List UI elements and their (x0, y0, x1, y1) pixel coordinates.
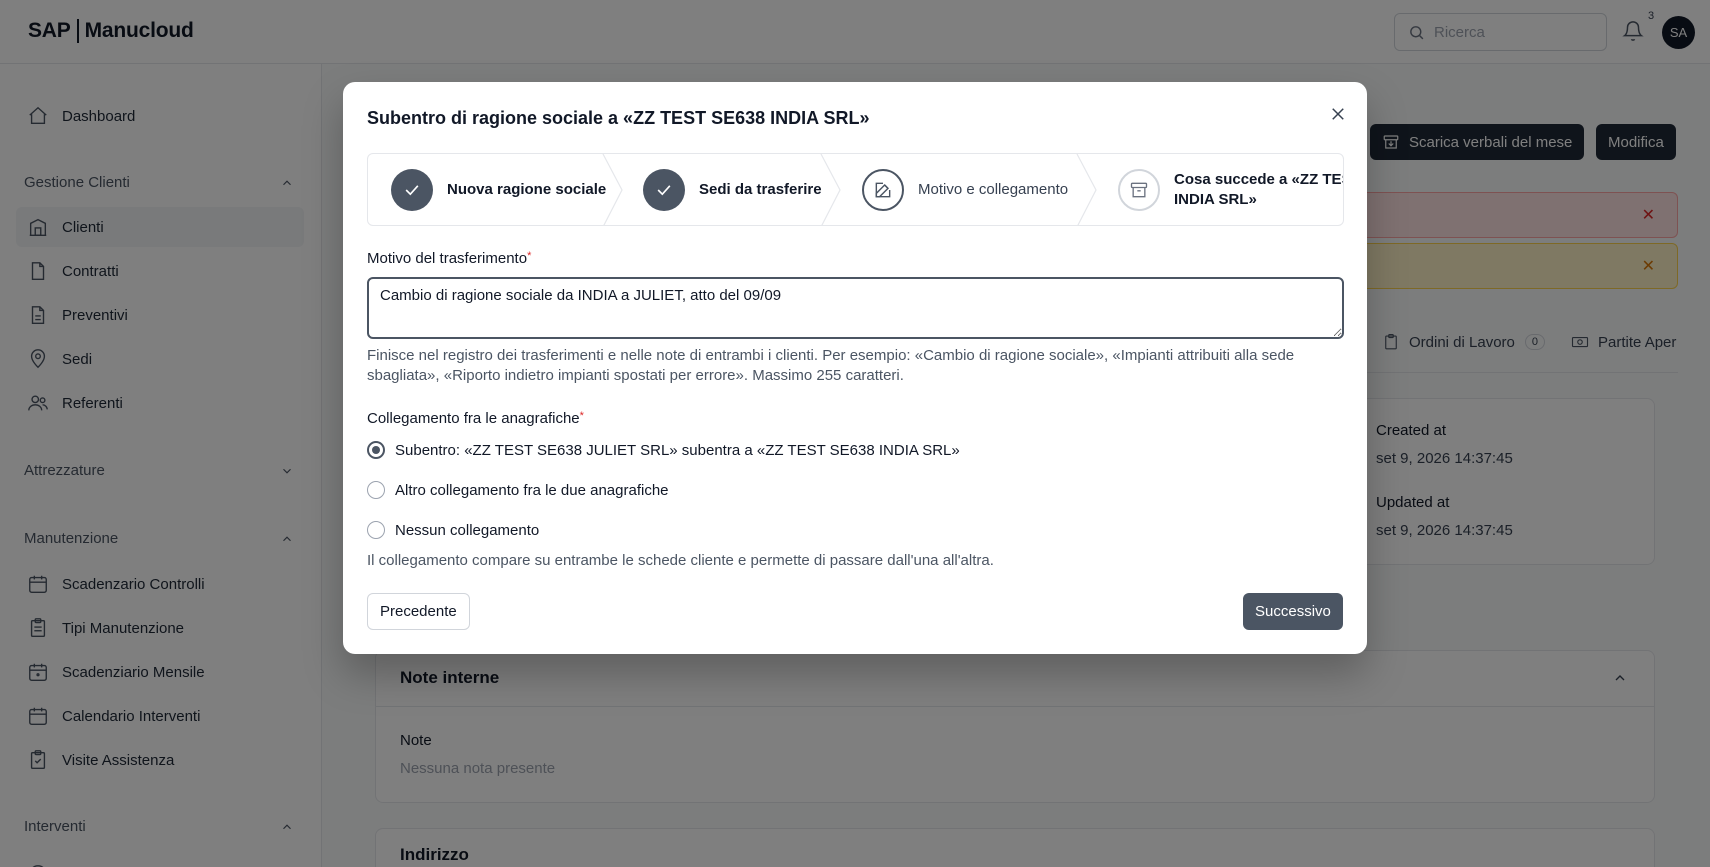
modal-title: Subentro di ragione sociale a «ZZ TEST S… (367, 108, 870, 128)
radio-option-nessuno[interactable]: Nessun collegamento (367, 521, 539, 539)
reason-textarea[interactable]: Cambio di ragione sociale da INDIA a JUL… (367, 277, 1344, 339)
link-help-text: Il collegamento compare su entrambe le s… (367, 552, 994, 569)
wizard-stepper: Nuova ragione sociale Sedi da trasferire… (367, 153, 1344, 226)
next-button[interactable]: Successivo (1243, 593, 1343, 630)
radio-button[interactable] (367, 481, 385, 499)
close-icon[interactable] (1324, 100, 1352, 128)
step-separator (820, 154, 841, 225)
link-label-text: Collegamento fra le anagrafiche (367, 410, 580, 427)
step-sedi-da-trasferire[interactable]: Sedi da trasferire (643, 154, 822, 225)
step-label: Cosa succede a «ZZ TEST INDIA SRL» (1174, 170, 1344, 210)
previous-button[interactable]: Precedente (367, 593, 470, 630)
reason-help-text: Finisce nel registro dei trasferimenti e… (367, 347, 1295, 384)
step-label-line1: Cosa succede a «ZZ TEST (1174, 170, 1344, 188)
radio-option-altro[interactable]: Altro collegamento fra le due anagrafich… (367, 481, 669, 499)
step-label: Motivo e collegamento (918, 180, 1069, 198)
required-marker: * (579, 410, 584, 422)
step-cosa-succede[interactable]: Cosa succede a «ZZ TEST INDIA SRL» (1118, 154, 1344, 225)
step-separator (1076, 154, 1097, 225)
step-motivo-collegamento[interactable]: Motivo e collegamento (862, 154, 1068, 225)
step-label: Nuova ragione sociale (447, 180, 607, 198)
reason-field-label: Motivo del trasferimento* (367, 250, 531, 267)
radio-label: Subentro: «ZZ TEST SE638 JULIET SRL» sub… (395, 441, 960, 459)
radio-option-subentro[interactable]: Subentro: «ZZ TEST SE638 JULIET SRL» sub… (367, 441, 960, 459)
step-nuova-ragione-sociale[interactable]: Nuova ragione sociale (391, 154, 606, 225)
transfer-wizard-modal: Subentro di ragione sociale a «ZZ TEST S… (343, 82, 1367, 654)
radio-button[interactable] (367, 521, 385, 539)
link-field-label: Collegamento fra le anagrafiche* (367, 410, 584, 427)
radio-button[interactable] (367, 441, 385, 459)
step-label-line2: INDIA SRL» (1174, 190, 1257, 208)
radio-label: Altro collegamento fra le due anagrafich… (395, 481, 669, 499)
reason-label-text: Motivo del trasferimento (367, 250, 528, 267)
pencil-square-icon (862, 168, 904, 211)
required-marker: * (527, 250, 532, 262)
radio-label: Nessun collegamento (395, 521, 540, 539)
step-separator (602, 154, 623, 225)
check-icon (391, 168, 433, 211)
step-label: Sedi da trasferire (699, 180, 822, 198)
check-icon (643, 168, 685, 211)
archive-box-icon (1118, 168, 1160, 211)
